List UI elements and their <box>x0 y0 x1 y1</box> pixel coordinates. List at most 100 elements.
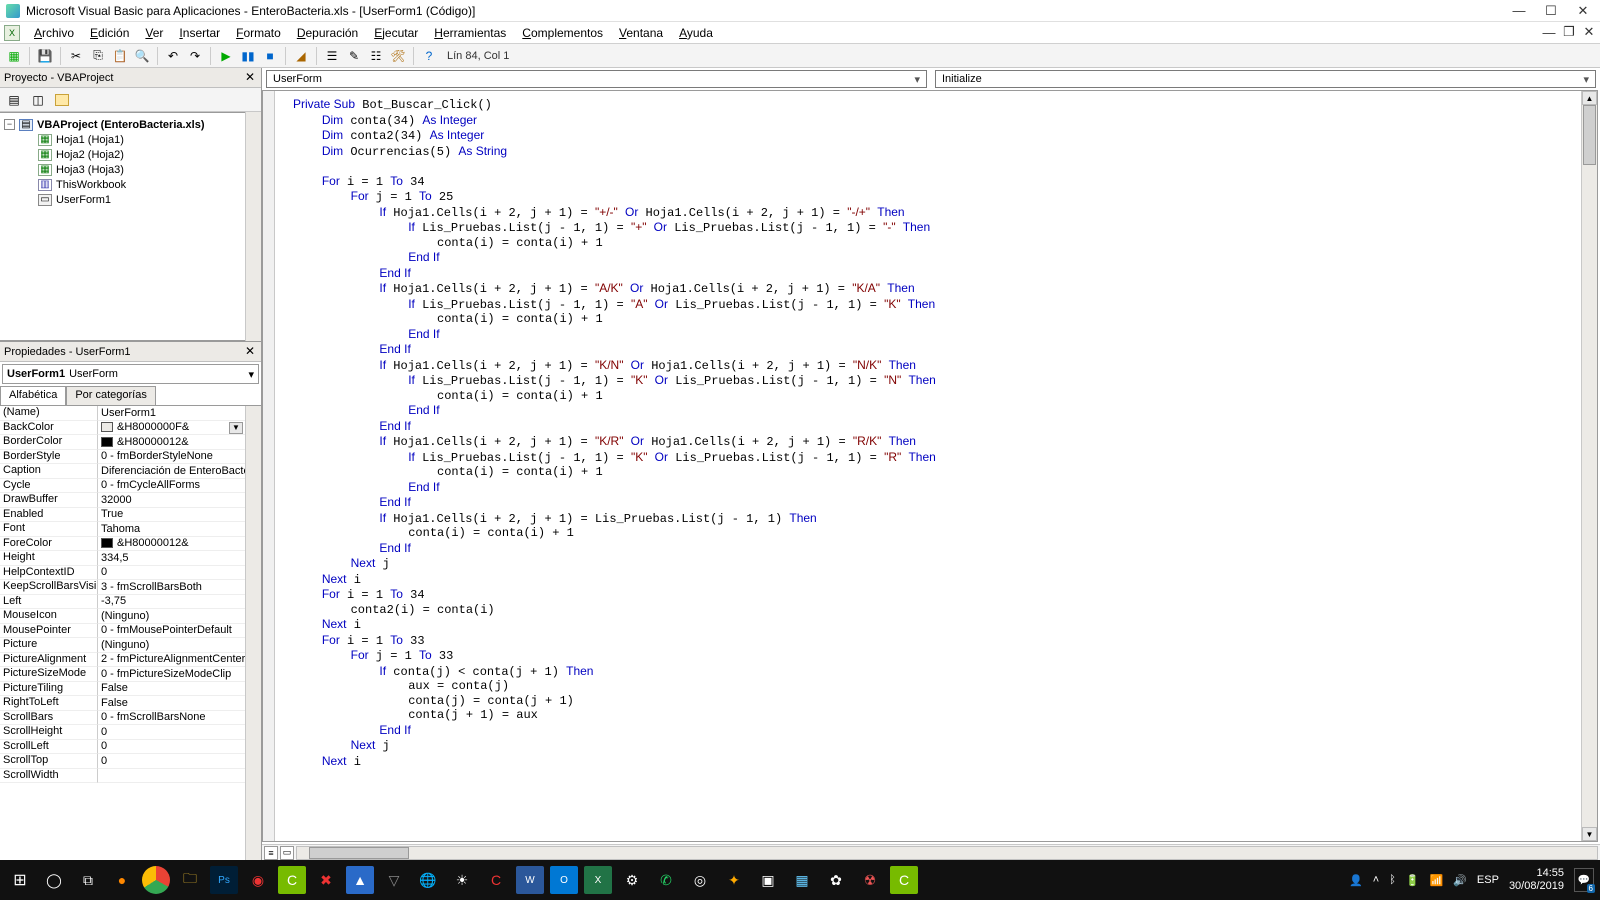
menu-ver[interactable]: Ver <box>137 24 171 42</box>
taskbar-app-sun[interactable]: ☀ <box>448 866 476 894</box>
cut-button[interactable]: ✂ <box>66 46 86 66</box>
property-row[interactable]: ScrollWidth <box>0 769 245 784</box>
property-value[interactable]: &H80000012& <box>98 537 245 552</box>
property-value[interactable]: 3 - fmScrollBarsBoth <box>98 580 245 595</box>
property-row[interactable]: ScrollHeight0 <box>0 725 245 740</box>
property-value[interactable]: UserForm1 <box>98 406 245 421</box>
property-row[interactable]: RightToLeftFalse <box>0 696 245 711</box>
code-horizontal-scrollbar[interactable] <box>296 846 1598 860</box>
copy-button[interactable]: ⎘ <box>88 46 108 66</box>
dropdown-arrow-icon[interactable]: ▼ <box>229 422 243 434</box>
tray-battery-icon[interactable]: 🔋 <box>1406 874 1420 887</box>
property-row[interactable]: PictureTilingFalse <box>0 682 245 697</box>
tree-item[interactable]: ▦Hoja3 (Hoja3) <box>2 162 243 177</box>
property-value[interactable]: 2 - fmPictureAlignmentCenter <box>98 653 245 668</box>
tree-item[interactable]: ▥ThisWorkbook <box>2 177 243 192</box>
menu-edición[interactable]: Edición <box>82 24 137 42</box>
tray-clock[interactable]: 14:55 30/08/2019 <box>1509 867 1564 893</box>
menu-ayuda[interactable]: Ayuda <box>671 24 721 42</box>
taskbar-app-misc5[interactable]: ▦ <box>788 866 816 894</box>
view-excel-button[interactable]: ▦ <box>4 46 24 66</box>
tray-volume-icon[interactable]: 🔊 <box>1453 874 1467 887</box>
taskbar-app-misc8[interactable]: C <box>890 866 918 894</box>
tab-alphabetical[interactable]: Alfabética <box>0 386 66 405</box>
property-value[interactable]: -3,75 <box>98 595 245 610</box>
property-row[interactable]: PictureSizeMode0 - fmPictureSizeModeClip <box>0 667 245 682</box>
action-center-button[interactable]: 💬6 <box>1574 868 1594 892</box>
properties-object-selector[interactable]: UserForm1 UserForm ▾ <box>2 364 259 384</box>
properties-close[interactable]: ✕ <box>243 344 257 359</box>
property-value[interactable]: 0 <box>98 566 245 581</box>
taskbar-app-x[interactable]: ✖ <box>312 866 340 894</box>
reset-button[interactable]: ■ <box>260 46 280 66</box>
property-value[interactable]: False <box>98 696 245 711</box>
taskbar-app-outlook[interactable]: O <box>550 866 578 894</box>
taskbar-app-misc4[interactable]: ▣ <box>754 866 782 894</box>
tree-item[interactable]: ▦Hoja2 (Hoja2) <box>2 147 243 162</box>
tree-item[interactable]: ▭UserForm1 <box>2 192 243 207</box>
menu-ejecutar[interactable]: Ejecutar <box>366 24 426 42</box>
mdi-close-button[interactable]: ✕ <box>1582 25 1596 39</box>
property-row[interactable]: KeepScrollBarsVisible3 - fmScrollBarsBot… <box>0 580 245 595</box>
taskbar-app-photoshop[interactable]: Ps <box>210 866 238 894</box>
property-value[interactable]: 32000 <box>98 493 245 508</box>
paste-button[interactable]: 📋 <box>110 46 130 66</box>
menu-depuración[interactable]: Depuración <box>289 24 366 42</box>
taskbar-app-misc2[interactable]: ◎ <box>686 866 714 894</box>
taskbar-app-whatsapp[interactable]: ✆ <box>652 866 680 894</box>
excel-mdi-icon[interactable]: X <box>4 25 20 41</box>
maximize-button[interactable]: ☐ <box>1544 4 1558 18</box>
start-button[interactable]: ⊞ <box>6 866 34 894</box>
taskbar-app-misc7[interactable]: ☢ <box>856 866 884 894</box>
taskbar-app-v[interactable]: ▽ <box>380 866 408 894</box>
object-browser-button[interactable]: ☷ <box>366 46 386 66</box>
project-explorer-button[interactable]: ☰ <box>322 46 342 66</box>
property-value[interactable]: (Ninguno) <box>98 609 245 624</box>
property-row[interactable]: EnabledTrue <box>0 508 245 523</box>
property-row[interactable]: Height334,5 <box>0 551 245 566</box>
property-row[interactable]: ScrollBars0 - fmScrollBarsNone <box>0 711 245 726</box>
hscroll-thumb[interactable] <box>309 847 409 859</box>
redo-button[interactable]: ↷ <box>185 46 205 66</box>
taskbar-app-misc3[interactable]: ✦ <box>720 866 748 894</box>
properties-scrollbar[interactable] <box>245 406 261 860</box>
property-row[interactable]: ScrollLeft0 <box>0 740 245 755</box>
tray-wifi-icon[interactable]: 📶 <box>1430 874 1444 887</box>
tray-bluetooth-icon[interactable]: ᛒ <box>1389 874 1396 886</box>
scroll-thumb[interactable] <box>1583 105 1596 165</box>
property-row[interactable]: FontTahoma <box>0 522 245 537</box>
menu-herramientas[interactable]: Herramientas <box>426 24 514 42</box>
tray-chevron-up-icon[interactable]: ˄ <box>1373 874 1379 886</box>
property-row[interactable]: BorderStyle0 - fmBorderStyleNone <box>0 450 245 465</box>
property-value[interactable] <box>98 769 245 784</box>
property-row[interactable]: MouseIcon(Ninguno) <box>0 609 245 624</box>
property-row[interactable]: (Name)UserForm1 <box>0 406 245 421</box>
project-tree[interactable]: − ▤ VBAProject (EnteroBacteria.xls) ▦Hoj… <box>0 112 245 341</box>
menu-ventana[interactable]: Ventana <box>611 24 671 42</box>
tree-collapse-icon[interactable]: − <box>4 119 15 130</box>
property-row[interactable]: CaptionDiferenciación de EnteroBacteria <box>0 464 245 479</box>
minimize-button[interactable]: — <box>1512 4 1526 18</box>
tray-language[interactable]: ESP <box>1477 874 1499 886</box>
view-code-button[interactable]: ▤ <box>4 90 24 110</box>
property-value[interactable]: 0 <box>98 740 245 755</box>
menu-archivo[interactable]: Archivo <box>26 24 82 42</box>
close-button[interactable]: ✕ <box>1576 4 1590 18</box>
property-value[interactable]: 0 <box>98 754 245 769</box>
property-value[interactable]: True <box>98 508 245 523</box>
run-button[interactable]: ▶ <box>216 46 236 66</box>
property-value[interactable]: 0 - fmBorderStyleNone <box>98 450 245 465</box>
tab-categorized[interactable]: Por categorías <box>66 386 156 405</box>
property-row[interactable]: Cycle0 - fmCycleAllForms <box>0 479 245 494</box>
project-tree-scrollbar[interactable] <box>245 112 261 341</box>
property-value[interactable]: 0 - fmScrollBarsNone <box>98 711 245 726</box>
project-explorer-close[interactable]: ✕ <box>243 70 257 85</box>
property-row[interactable]: BorderColor&H80000012& <box>0 435 245 450</box>
help-button[interactable]: ? <box>419 46 439 66</box>
taskbar-app-blue[interactable]: ▲ <box>346 866 374 894</box>
property-row[interactable]: BackColor&H8000000F&▼ <box>0 421 245 436</box>
save-button[interactable]: 💾 <box>35 46 55 66</box>
taskbar-app-red[interactable]: ◉ <box>244 866 272 894</box>
mdi-restore-button[interactable]: ❐ <box>1562 25 1576 39</box>
property-value[interactable]: 0 <box>98 725 245 740</box>
